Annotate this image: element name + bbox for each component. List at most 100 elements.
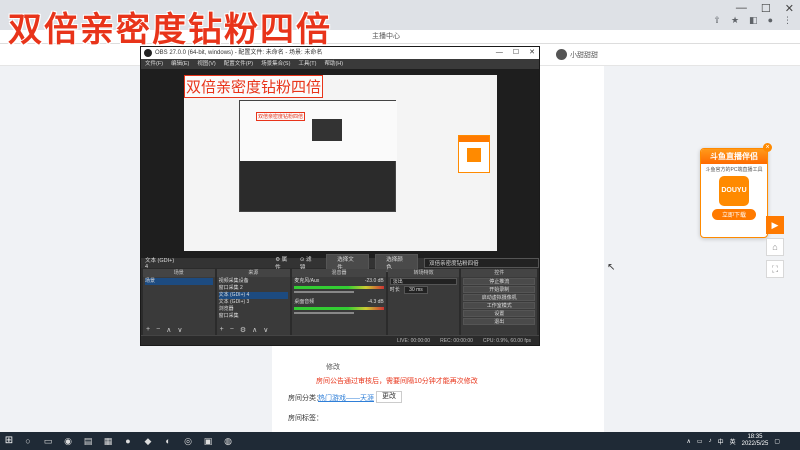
browser-toolbar-icons: ⇪ ★ ◧ ● ⋮ xyxy=(713,15,792,26)
mixer-header: 混音器 xyxy=(292,269,386,277)
steam-icon[interactable]: ◎ xyxy=(180,434,196,448)
add-icon[interactable]: + xyxy=(220,326,224,334)
scenes-header: 场景 xyxy=(143,269,215,277)
source-item[interactable]: 文本 (GDI+) 4 xyxy=(218,292,289,299)
promo-title: 斗鱼直播伴侣 xyxy=(701,149,767,164)
file-explorer-icon[interactable]: ▤ xyxy=(80,434,96,448)
promo-card[interactable]: × 斗鱼直播伴侣 斗鱼官方的PC端直播工具 DOUYU 立即下载 xyxy=(700,143,772,238)
change-category-button[interactable]: 更改 xyxy=(376,391,402,403)
transition-select[interactable]: 淡出 xyxy=(389,278,458,285)
text-input[interactable]: 双倍亲密度钻粉四倍 xyxy=(424,258,540,268)
canvas-promo-card xyxy=(458,135,490,173)
menu-file[interactable]: 文件(F) xyxy=(145,59,163,69)
close-icon[interactable]: × xyxy=(763,143,772,152)
channel-db: -4.3 dB xyxy=(367,299,384,305)
profile-icon[interactable]: ● xyxy=(768,15,773,26)
store-icon[interactable]: ▦ xyxy=(100,434,116,448)
notification-icon[interactable]: ▢ xyxy=(774,438,780,445)
system-tray: ∧ ▭ ♪ 中 英 18:35 2022/5/25 ▢ xyxy=(687,432,780,450)
obs-window[interactable]: OBS 27.0.0 (64-bit, windows) - 配置文件: 未命名… xyxy=(140,46,540,346)
home-icon[interactable]: ⌂ xyxy=(766,238,784,256)
obs-menubar: 文件(F) 编辑(E) 视图(V) 配置文件(P) 场景集合(S) 工具(T) … xyxy=(141,59,539,69)
share-icon[interactable]: ⇪ xyxy=(713,15,721,26)
avatar[interactable] xyxy=(556,49,567,60)
canvas-text-source-small[interactable]: 双倍亲密度钻粉四倍 xyxy=(256,112,306,121)
menu-icon[interactable]: ⋮ xyxy=(783,15,792,26)
volume-slider[interactable] xyxy=(294,312,355,314)
obs-preview[interactable]: 双倍亲密度钻粉四倍 双倍亲密度钻粉四倍 xyxy=(141,69,539,259)
exit-button[interactable]: 退出 xyxy=(463,318,535,325)
menu-profile[interactable]: 配置文件(P) xyxy=(224,59,253,69)
obs-taskbar-icon[interactable]: ● xyxy=(120,434,136,448)
stream-overlay-title: 双倍亲密度钻粉四倍 xyxy=(8,10,332,50)
volume-slider[interactable] xyxy=(294,291,355,293)
cpu-status: CPU: 0.9%, 60.00 fps xyxy=(482,338,531,344)
menu-view[interactable]: 视图(V) xyxy=(197,59,215,69)
source-item[interactable]: 窗口采集 2 xyxy=(219,285,289,292)
remove-icon[interactable]: − xyxy=(230,326,234,334)
minimize-icon[interactable]: — xyxy=(736,2,747,15)
virtual-camera-button[interactable]: 启动虚拟摄像机 xyxy=(463,294,535,301)
menu-edit[interactable]: 编辑(E) xyxy=(171,59,189,69)
down-icon[interactable]: ∨ xyxy=(263,326,268,334)
source-item[interactable]: 窗口采集 xyxy=(219,313,289,320)
douyu-taskbar-icon[interactable]: ◆ xyxy=(140,434,156,448)
ime-indicator[interactable]: 中 xyxy=(718,437,724,446)
download-button[interactable]: 立即下载 xyxy=(712,209,756,220)
close-icon[interactable]: ✕ xyxy=(785,2,794,15)
app-icon[interactable]: ▣ xyxy=(200,434,216,448)
volume-icon[interactable]: ♪ xyxy=(709,438,712,444)
fullscreen-icon[interactable]: ⛶ xyxy=(766,260,784,278)
channel-db: -23.0 dB xyxy=(364,278,384,284)
stop-streaming-button[interactable]: 停止推流 xyxy=(463,278,535,285)
settings-button[interactable]: 设置 xyxy=(463,310,535,317)
controls-dock: 控件 停止推流 开始录制 启动虚拟摄像机 工作室模式 设置 退出 xyxy=(461,269,537,335)
app-icon[interactable]: ◐ xyxy=(160,434,176,448)
source-item[interactable]: 浏览器 xyxy=(219,306,289,313)
windows-start-icon[interactable]: ⊞ xyxy=(0,432,18,450)
obs-statusbar: LIVE: 00:00:00 REC: 00:00:00 CPU: 0.9%, … xyxy=(141,335,539,345)
sources-header: 来源 xyxy=(216,269,291,277)
sources-dock: 来源 视频采集设备 窗口采集 2 文本 (GDI+) 4 文本 (GDI+) 3… xyxy=(216,269,291,335)
settings-icon[interactable]: ⚙ xyxy=(240,326,246,334)
extension-icon[interactable]: ◧ xyxy=(749,15,758,26)
scene-item[interactable]: 场景 xyxy=(145,278,213,285)
chrome-icon[interactable]: ◍ xyxy=(220,434,236,448)
preview-canvas[interactable]: 双倍亲密度钻粉四倍 双倍亲密度钻粉四倍 xyxy=(184,75,497,251)
duration-input[interactable]: 30 ms xyxy=(404,286,428,294)
maximize-icon[interactable]: ☐ xyxy=(513,47,519,59)
remove-icon[interactable]: − xyxy=(156,326,160,334)
network-icon[interactable]: ▭ xyxy=(697,438,703,445)
start-recording-button[interactable]: 开始录制 xyxy=(463,286,535,293)
minimize-icon[interactable]: — xyxy=(496,47,503,59)
browser-tab-title[interactable]: 主播中心 xyxy=(372,31,400,41)
edit-button[interactable]: 修改 xyxy=(326,362,340,372)
browser-window-controls: — ☐ ✕ xyxy=(736,2,794,15)
up-icon[interactable]: ∧ xyxy=(252,326,257,334)
studio-mode-button[interactable]: 工作室模式 xyxy=(463,302,535,309)
obs-window-controls: — ☐ ✕ xyxy=(496,47,535,59)
add-icon[interactable]: + xyxy=(146,326,150,334)
task-view-icon[interactable]: ▭ xyxy=(40,434,56,448)
tray-arrow-icon[interactable]: ∧ xyxy=(687,438,691,445)
star-icon[interactable]: ★ xyxy=(731,15,739,26)
search-icon[interactable]: ○ xyxy=(20,434,36,448)
username[interactable]: 小甜甜甜 xyxy=(570,50,598,60)
notice-text: 房间公告通过审核后，需要间隔10分钟才能再次修改 xyxy=(316,378,478,385)
audio-meter xyxy=(294,307,384,310)
close-icon[interactable]: ✕ xyxy=(529,47,535,59)
lang-indicator[interactable]: 英 xyxy=(730,437,736,446)
menu-tools[interactable]: 工具(T) xyxy=(298,59,316,69)
menu-help[interactable]: 帮助(H) xyxy=(324,59,343,69)
source-item[interactable]: 视频采集设备 xyxy=(219,278,289,285)
menu-scene-collection[interactable]: 场景集合(S) xyxy=(261,59,290,69)
room-category-link[interactable]: 热门游戏——天涯 xyxy=(318,393,374,403)
clock[interactable]: 18:35 2022/5/25 xyxy=(742,434,769,448)
edge-icon[interactable]: ◉ xyxy=(60,434,76,448)
play-icon[interactable]: ▶ xyxy=(766,216,784,234)
down-icon[interactable]: ∨ xyxy=(177,326,182,334)
canvas-text-source[interactable]: 双倍亲密度钻粉四倍 xyxy=(184,75,324,98)
up-icon[interactable]: ∧ xyxy=(166,326,171,334)
source-item[interactable]: 文本 (GDI+) 3 xyxy=(219,299,289,306)
maximize-icon[interactable]: ☐ xyxy=(761,2,771,15)
